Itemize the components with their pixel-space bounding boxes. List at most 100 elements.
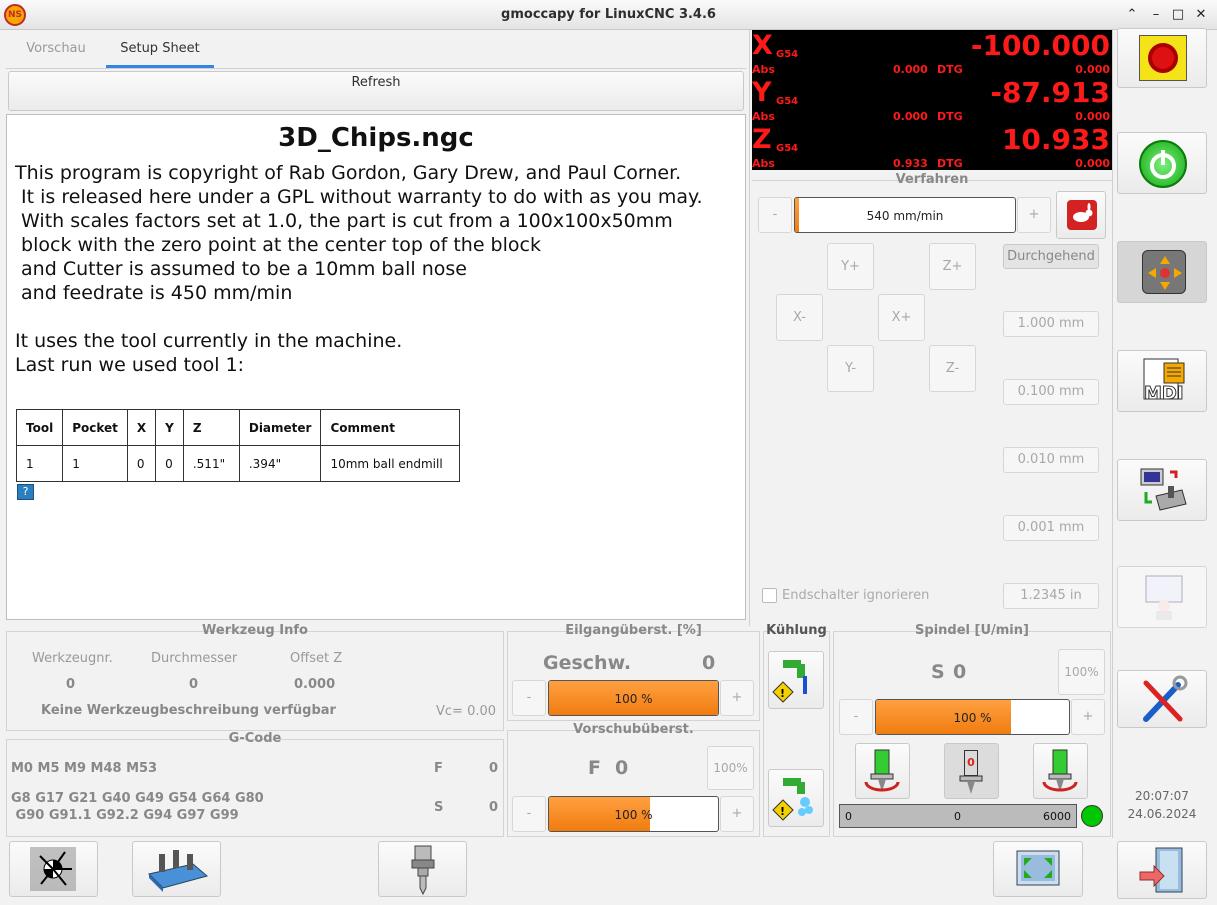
- workpiece-probe-icon: [148, 850, 209, 892]
- dro-z-coord-system: G54: [776, 143, 799, 154]
- estop-button[interactable]: [1117, 28, 1207, 88]
- jog-increment-button[interactable]: 0.001 mm: [1003, 515, 1099, 541]
- ignore-limits-checkbox[interactable]: [762, 588, 777, 603]
- tab-setup-sheet[interactable]: Setup Sheet: [106, 34, 214, 68]
- svg-text:!: !: [780, 805, 785, 818]
- jog-continuous-button[interactable]: Durchgehend: [1003, 244, 1099, 269]
- table-cell: 0: [126, 445, 157, 482]
- spindle-stop-button[interactable]: 0: [944, 743, 999, 799]
- active-gcodes-2: G90 G91.1 G92.2 G94 G97 G99: [11, 808, 239, 823]
- dro-y-axis-label: Y: [752, 77, 772, 108]
- mdi-mode-button[interactable]: MDI: [1117, 350, 1207, 412]
- jog-speed-slider[interactable]: 540 mm/min: [794, 197, 1016, 233]
- dro-display: X G54 -100.000 Abs 0.000 DTG 0.000 Y G54…: [752, 29, 1112, 170]
- dro-y-coord-system: G54: [776, 96, 799, 107]
- touch-off-button[interactable]: [9, 841, 98, 897]
- active-mcodes: M0 M5 M9 M48 M53: [11, 761, 158, 776]
- rapid-override-pct: 100 %: [614, 692, 653, 706]
- spindle-override-pct: 100 %: [953, 711, 992, 725]
- spindle-forward-button[interactable]: [855, 743, 910, 799]
- flood-coolant-button[interactable]: !: [768, 651, 824, 709]
- spindle-reset-button[interactable]: 100%: [1058, 649, 1105, 695]
- pane-divider: [749, 30, 750, 626]
- tool-change-button[interactable]: [378, 841, 467, 897]
- doc-line: [7, 305, 745, 329]
- dro-x-abs-value: 0.000: [893, 63, 928, 76]
- sidebar-divider: [1112, 30, 1113, 838]
- doc-line: With scales factors set at 1.0, the part…: [15, 210, 673, 232]
- feed-minus-button[interactable]: -: [512, 796, 546, 832]
- spindle-reverse-button[interactable]: [1033, 743, 1088, 799]
- feed-override-slider[interactable]: 100 %: [548, 796, 719, 832]
- jog-speed-plus-button[interactable]: +: [1017, 197, 1051, 233]
- jog-z-minus-button[interactable]: Z-: [929, 345, 976, 392]
- mist-coolant-button[interactable]: !: [768, 769, 824, 827]
- dro-x-coord-system: G54: [776, 49, 799, 60]
- rapid-override-value: 0: [702, 652, 716, 674]
- dro-y-abs-value: 0.000: [893, 110, 928, 123]
- jog-x-plus-button[interactable]: X+: [878, 294, 925, 341]
- dro-y-abs-label: Abs: [752, 110, 775, 123]
- minimize-button[interactable]: –: [1148, 7, 1164, 23]
- rapid-override-title: Eilgangüberst. [%]: [565, 623, 702, 638]
- dro-z-value[interactable]: 10.933: [1002, 123, 1110, 156]
- rapid-minus-button[interactable]: -: [512, 680, 546, 716]
- dro-x-value[interactable]: -100.000: [971, 29, 1110, 62]
- rapid-override-label: Geschw.: [543, 652, 632, 674]
- dro-z-dtg-value: 0.000: [1075, 157, 1110, 170]
- tool-diameter-label: Durchmesser: [151, 651, 238, 666]
- feed-plus-button[interactable]: +: [720, 796, 754, 832]
- jog-speed-minus-button[interactable]: -: [758, 197, 792, 233]
- feed-override-pct: 100 %: [614, 808, 653, 822]
- close-button[interactable]: ✕: [1193, 7, 1209, 23]
- tab-preview[interactable]: Vorschau: [14, 34, 98, 68]
- auto-mode-button[interactable]: [1117, 459, 1207, 521]
- shade-button[interactable]: ⌃: [1124, 7, 1140, 23]
- jog-increment-button[interactable]: 0.010 mm: [1003, 447, 1099, 473]
- jog-x-minus-button[interactable]: X-: [776, 294, 823, 341]
- ignore-limits-label: Endschalter ignorieren: [782, 588, 930, 603]
- table-header: Pocket: [62, 409, 128, 446]
- user-tabs-button[interactable]: [1117, 566, 1207, 628]
- doc-line: This program is copyright of Rab Gordon,…: [15, 162, 682, 184]
- jog-increment-button[interactable]: 1.000 mm: [1003, 311, 1099, 337]
- jog-increment-inch-button[interactable]: 1.2345 in: [1003, 583, 1099, 609]
- doc-line: block with the zero point at the center …: [15, 234, 541, 256]
- settings-button[interactable]: [1117, 670, 1207, 728]
- probe-button[interactable]: [132, 841, 221, 897]
- refresh-button[interactable]: Refresh: [8, 71, 744, 111]
- jog-arrows-icon: [1142, 250, 1186, 294]
- flood-tap-icon: !: [772, 660, 807, 703]
- fullscreen-button[interactable]: [993, 841, 1083, 897]
- dro-y-dtg-value: 0.000: [1075, 110, 1110, 123]
- dro-y-value[interactable]: -87.913: [990, 76, 1110, 109]
- spindle-bar-max: 6000: [1043, 810, 1071, 823]
- jog-increment-button[interactable]: 0.100 mm: [1003, 379, 1099, 405]
- exit-button[interactable]: [1117, 841, 1207, 899]
- table-cell: 10mm ball endmill: [320, 445, 461, 482]
- rapid-override-slider[interactable]: 100 %: [548, 680, 719, 716]
- maximize-button[interactable]: □: [1170, 7, 1186, 23]
- exit-door-icon: [1139, 847, 1183, 893]
- mist-tap-icon: !: [772, 778, 813, 821]
- jog-y-plus-button[interactable]: Y+: [827, 243, 874, 290]
- spindle-bar-min: 0: [845, 810, 852, 823]
- active-gcodes: G8 G17 G21 G40 G49 G54 G64 G80: [11, 791, 264, 806]
- manual-mode-button[interactable]: [1117, 241, 1207, 303]
- spindle-override-slider[interactable]: 100 %: [875, 699, 1070, 735]
- spindle-speed-value: 0: [953, 661, 967, 683]
- jog-speed-value: 540 mm/min: [866, 209, 944, 223]
- jog-z-plus-button[interactable]: Z+: [929, 243, 976, 290]
- svg-text:MDI: MDI: [1144, 383, 1184, 403]
- doc-line: and feedrate is 450 mm/min: [15, 282, 293, 304]
- jog-y-minus-button[interactable]: Y-: [827, 345, 874, 392]
- coolant-title: Kühlung: [766, 623, 827, 638]
- jog-panel-title: Verfahren: [895, 172, 969, 187]
- rapid-plus-button[interactable]: +: [720, 680, 754, 716]
- help-icon[interactable]: ?: [17, 484, 34, 500]
- spindle-plus-button[interactable]: +: [1071, 699, 1105, 735]
- spindle-minus-button[interactable]: -: [839, 699, 873, 735]
- feed-reset-button[interactable]: 100%: [707, 746, 754, 790]
- machine-power-button[interactable]: [1117, 132, 1207, 194]
- turtle-rabbit-button[interactable]: [1056, 191, 1106, 239]
